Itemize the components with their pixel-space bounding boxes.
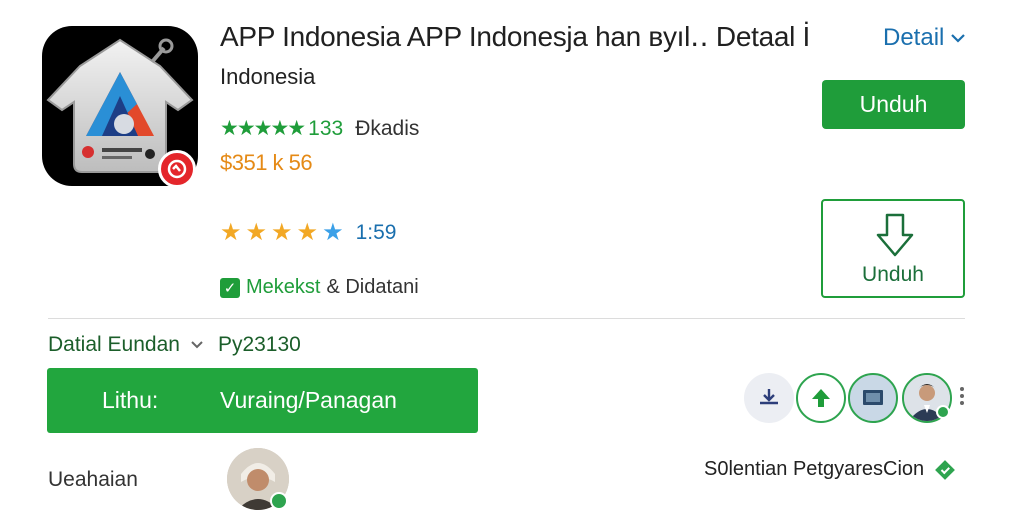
detail-link[interactable]: Detail	[883, 24, 966, 52]
install-bar-left-label: Lithu:	[102, 387, 159, 413]
rating-stars: ★★★★★	[220, 117, 306, 140]
app-title: APP Indonesia APP Indonesja han ʙyıl‥ De…	[220, 21, 811, 52]
star-rating-value: 1:59	[355, 220, 397, 244]
chevron-down-icon	[191, 341, 203, 349]
app-badge-icon	[158, 150, 196, 188]
download-outline-button[interactable]: Unduh	[821, 199, 965, 298]
screen-icon[interactable]	[848, 373, 898, 423]
download-arrow-icon	[876, 213, 914, 257]
install-bar-right-label: Vuraing/Panagan	[220, 387, 397, 413]
divider	[48, 318, 965, 319]
download-button[interactable]: Unduh	[822, 80, 965, 129]
rating-summary: ★★★★★ 133 Ðkadis	[220, 116, 419, 141]
price-text: $351 k 56	[220, 150, 313, 175]
online-status-icon	[936, 405, 950, 419]
verified-extra-label: & Didatani	[326, 276, 419, 298]
star-icon: ★	[296, 219, 319, 246]
star-icon: ★	[322, 219, 344, 246]
app-subtitle: Indonesia	[220, 64, 316, 89]
download-outline-label: Unduh	[862, 263, 924, 286]
star-icon: ★	[271, 219, 293, 246]
detail-dropdown-label: Datial Eundan	[48, 333, 180, 356]
chevron-down-icon	[951, 34, 966, 43]
bottom-left-label: Ueahaian	[48, 468, 138, 491]
online-status-icon	[270, 492, 288, 510]
download-tray-icon[interactable]	[744, 373, 794, 423]
rating-label: Ðkadis	[355, 116, 420, 140]
star-icon: ★	[245, 219, 268, 246]
verified-label: Mekekst	[246, 276, 321, 298]
detail-dropdown[interactable]: Datial Eundan Py23130	[48, 333, 301, 357]
install-bar-button[interactable]: Lithu: Vuraing/Panagan	[47, 368, 478, 433]
detail-link-label: Detail	[883, 24, 945, 51]
star-rating: ★ ★ ★ ★ ★ 1:59	[220, 218, 396, 247]
more-vertical-icon[interactable]	[956, 384, 968, 410]
bottom-right-status[interactable]: S0lentian PetgyaresCion	[704, 458, 956, 481]
star-icon: ★	[220, 219, 242, 246]
checkbox-checked-icon[interactable]: ✓	[220, 277, 240, 298]
upload-arrow-icon[interactable]	[796, 373, 846, 423]
rating-count: 133	[308, 116, 344, 140]
verified-row[interactable]: ✓ Mekekst & Didatani	[220, 276, 419, 299]
detail-code: Py23130	[217, 333, 301, 356]
bottom-right-label: S0lentian PetgyaresCion	[704, 458, 925, 480]
verified-diamond-icon	[935, 459, 956, 480]
